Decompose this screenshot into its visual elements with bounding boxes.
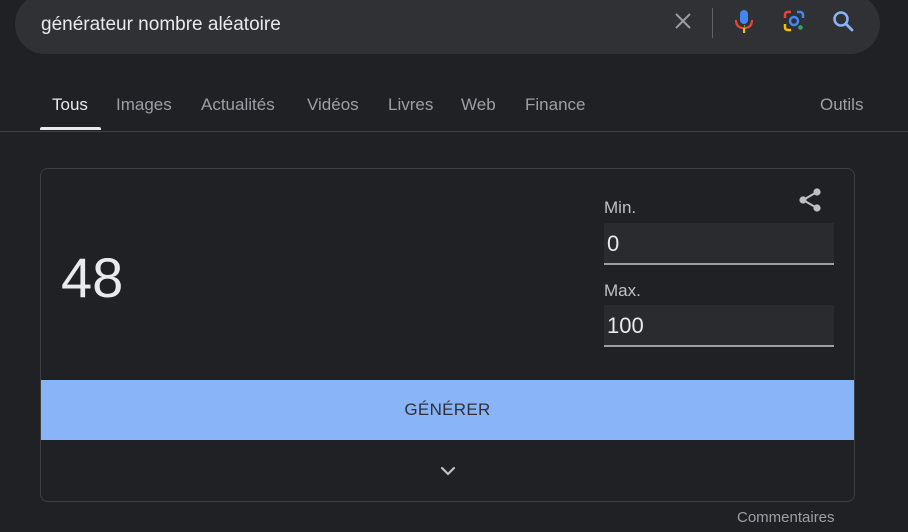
min-field[interactable] xyxy=(604,223,834,265)
random-result: 48 xyxy=(61,246,124,309)
tab-actualites[interactable]: Actualités xyxy=(201,95,275,115)
close-icon[interactable] xyxy=(670,8,696,34)
tools-button[interactable]: Outils xyxy=(820,95,863,115)
max-field[interactable] xyxy=(604,305,834,347)
active-tab-indicator xyxy=(40,127,101,130)
search-icon[interactable] xyxy=(830,8,856,34)
chevron-down-icon[interactable] xyxy=(436,459,460,483)
min-label: Min. xyxy=(604,198,637,217)
max-input[interactable] xyxy=(604,305,834,345)
tab-web[interactable]: Web xyxy=(461,95,496,115)
tabs-divider xyxy=(0,131,908,132)
microphone-icon[interactable] xyxy=(731,8,757,34)
tab-livres[interactable]: Livres xyxy=(388,95,433,115)
max-label: Max. xyxy=(604,281,641,300)
tab-finance[interactable]: Finance xyxy=(525,95,585,115)
google-lens-icon[interactable] xyxy=(781,8,807,34)
tab-tous[interactable]: Tous xyxy=(52,95,88,115)
feedback-link[interactable]: Commentaires xyxy=(737,509,835,526)
search-divider xyxy=(712,8,713,38)
tab-images[interactable]: Images xyxy=(116,95,172,115)
search-query[interactable]: générateur nombre aléatoire xyxy=(41,14,281,36)
share-icon[interactable] xyxy=(795,185,825,215)
generate-button[interactable]: GÉNÉRER xyxy=(41,380,854,440)
search-tabs: Tous Images Actualités Vidéos Livres Web… xyxy=(0,80,908,132)
search-bar[interactable]: générateur nombre aléatoire xyxy=(15,0,880,54)
min-input[interactable] xyxy=(604,223,834,263)
random-number-generator: 48 Min. Max. GÉNÉRER xyxy=(40,168,855,502)
tab-videos[interactable]: Vidéos xyxy=(307,95,359,115)
